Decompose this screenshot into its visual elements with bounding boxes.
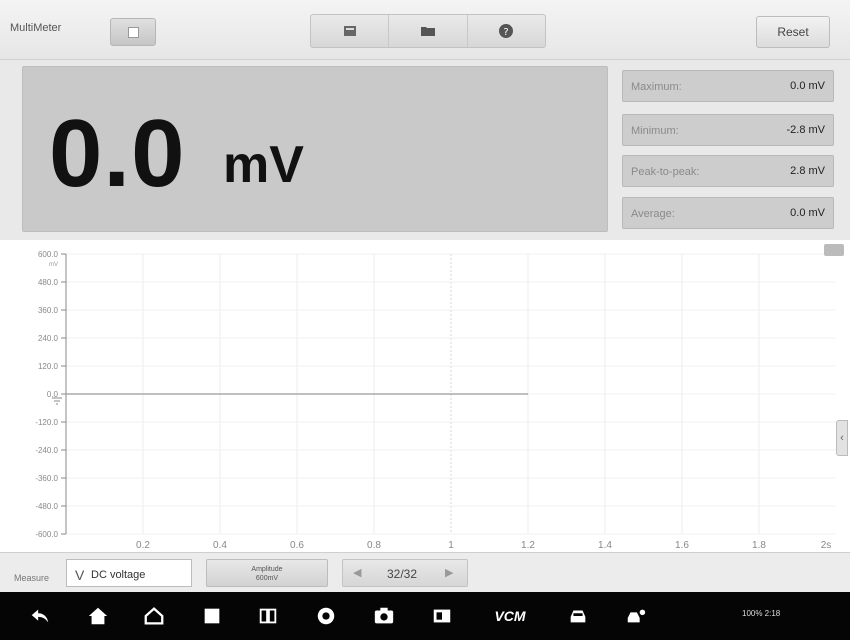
stat-minimum: Minimum: -2.8 mV [622,114,834,146]
vcm-icon[interactable]: VCM [490,604,530,628]
x-tick-label: 1.8 [752,540,766,551]
display-icon[interactable] [430,604,454,628]
file-tools-group: ? [310,14,546,48]
back-icon[interactable] [28,604,52,628]
split-screen-icon[interactable] [256,604,280,628]
browser-icon[interactable] [314,604,338,628]
reset-button[interactable]: Reset [756,16,830,48]
y-tick-label: -120.0 [35,418,58,427]
voltage-icon: V [75,567,85,583]
x-tick-label: 0.6 [290,540,304,551]
reading-area: 0.0 mV Maximum: 0.0 mV Minimum: -2.8 mV … [0,60,850,240]
stat-label: Average: [631,208,675,220]
vehicle-icon[interactable] [566,604,590,628]
waveform-plot: 600.0480.0360.0240.0120.00.0-120.0-240.0… [35,250,836,551]
x-tick-label: 0.8 [367,540,381,551]
y-unit-label: mV [49,262,58,268]
y-tick-label: -240.0 [35,446,58,455]
x-tick-label: 1 [448,540,454,551]
stat-value: 0.0 mV [790,207,825,219]
x-tick-label: 1.2 [521,540,535,551]
first-page-icon[interactable]: ◀ [353,566,361,579]
help-button[interactable]: ? [468,15,545,47]
x-tick-label: 0.4 [213,540,227,551]
home-icon[interactable] [86,604,110,628]
chevron-left-icon: ‹ [840,432,844,444]
stop-icon [128,27,139,38]
x-tick-label: 1.6 [675,540,689,551]
vcm-label: VCM [494,608,526,624]
measure-bar: Measure V DC voltage Amplitude 600mV ◀ 3… [0,552,850,592]
amplitude-value: 600mV [255,575,279,582]
main-reading-display: 0.0 mV [22,66,608,232]
reading-value: 0.0 [49,100,186,207]
stat-value: 0.0 mV [790,80,825,92]
status-bar-text: 100% 2:18 [742,609,781,618]
stat-value: 2.8 mV [790,165,825,177]
y-tick-label: 240.0 [38,334,59,343]
svg-text:?: ? [504,27,509,38]
folder-icon [420,27,435,36]
system-nav-bar: VCM 100% 2:18 [0,592,850,640]
page-count: 32/32 [387,567,418,581]
stat-label: Peak-to-peak: [631,166,700,178]
save-icon [343,26,356,36]
stat-maximum: Maximum: 0.0 mV [622,70,834,102]
y-tick-label: 360.0 [38,306,59,315]
measure-label: Measure [14,573,50,583]
y-tick-label: 480.0 [38,278,59,287]
amplitude-button[interactable]: Amplitude 600mV [206,559,328,587]
measure-select[interactable]: V DC voltage [66,559,192,587]
stop-button[interactable] [110,18,156,46]
diag-home-icon[interactable] [142,604,166,628]
y-tick-label: -360.0 [35,474,58,483]
help-icon: ? [499,24,514,38]
y-tick-label: 120.0 [38,362,59,371]
x-tick-label: 0.2 [136,540,150,551]
page-navigator: ◀ 32/32 ▶ [342,559,468,587]
stat-average: Average: 0.0 mV [622,197,834,229]
reading-unit: mV [223,136,304,194]
last-page-icon[interactable]: ▶ [445,566,453,579]
x-tick-label: 2s [821,540,832,551]
x-tick-label: 1.4 [598,540,612,551]
recent-apps-icon[interactable] [200,604,224,628]
open-folder-button[interactable] [389,15,468,47]
waveform-chart[interactable]: 600.0 480.0 360.0 240.0 120.0 0.0 -120.0 -240.0… [0,242,850,552]
side-panel-handle[interactable]: ‹ [836,420,848,456]
save-button[interactable] [311,15,390,47]
camera-icon[interactable] [372,604,396,628]
stat-label: Minimum: [631,125,679,137]
measure-value: DC voltage [91,569,146,581]
top-toolbar: MultiMeter ? Reset [0,0,850,60]
app-title: MultiMeter [10,22,62,34]
channel-tag[interactable] [824,244,844,256]
y-tick-label: -600.0 [35,530,58,539]
stat-label: Maximum: [631,81,682,93]
stat-peak-to-peak: Peak-to-peak: 2.8 mV [622,155,834,187]
y-tick-label: -480.0 [35,502,58,511]
stat-value: -2.8 mV [786,124,825,136]
y-tick-label: 600.0 [38,250,59,259]
amplitude-label: Amplitude [251,566,283,573]
vehicle-service-icon[interactable] [624,604,648,628]
